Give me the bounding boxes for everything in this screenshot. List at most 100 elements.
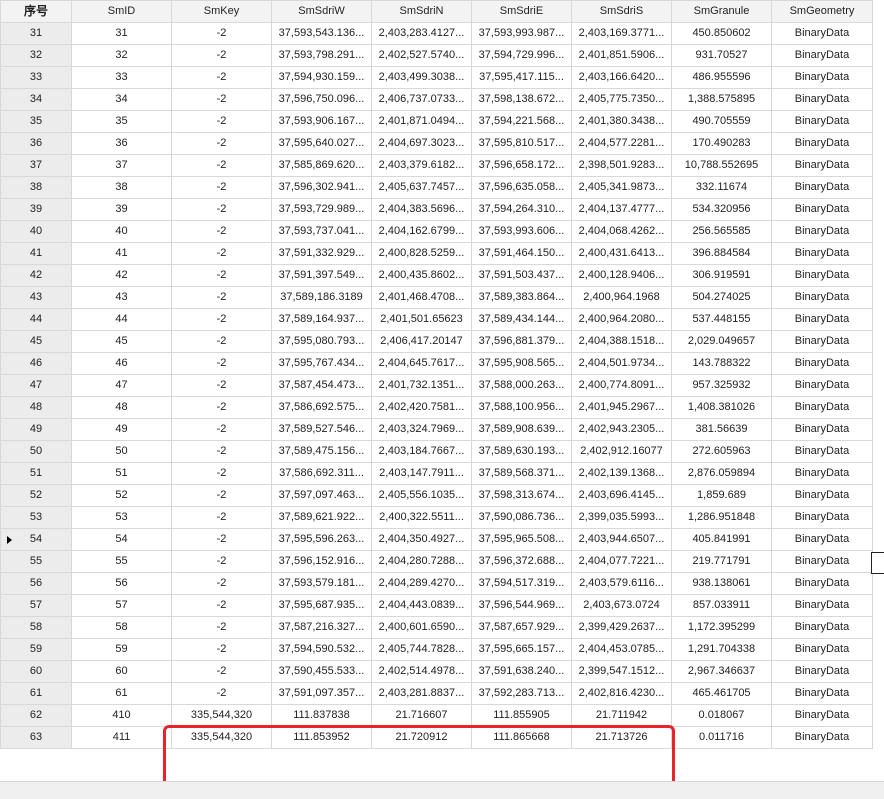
- cell-smsdrie[interactable]: 37,594,517.319...: [471, 572, 572, 595]
- cell-smid[interactable]: 51: [71, 462, 172, 485]
- cell-smgeometry[interactable]: BinaryData: [771, 176, 873, 199]
- row-header-cell[interactable]: 39: [0, 198, 72, 221]
- row-header-cell[interactable]: 41: [0, 242, 72, 265]
- table-row[interactable]: 35 35 -2 37,593,906.167... 2,401,871.0494...…: [0, 110, 873, 133]
- cell-smgeometry[interactable]: BinaryData: [771, 330, 873, 353]
- cell-smsdriw[interactable]: 37,595,767.434...: [271, 352, 372, 375]
- cell-smsdriw[interactable]: 37,596,750.096...: [271, 88, 372, 111]
- cell-smsdrin[interactable]: 2,403,499.3038...: [371, 66, 472, 89]
- column-header-smsdris[interactable]: SmSdriS: [571, 0, 672, 23]
- cell-smkey[interactable]: -2: [171, 660, 272, 683]
- cell-smkey[interactable]: -2: [171, 572, 272, 595]
- row-header-cell[interactable]: 58: [0, 616, 72, 639]
- cell-smsdris[interactable]: 2,404,453.0785...: [571, 638, 672, 661]
- table-row[interactable]: 39 39 -2 37,593,729.989... 2,404,383.5696...…: [0, 198, 873, 221]
- cell-smkey[interactable]: -2: [171, 484, 272, 507]
- table-row[interactable]: 38 38 -2 37,596,302.941... 2,405,637.7457...…: [0, 176, 873, 199]
- cell-smkey[interactable]: -2: [171, 198, 272, 221]
- cell-smsdriw[interactable]: 37,593,543.136...: [271, 22, 372, 45]
- table-row[interactable]: 51 51 -2 37,586,692.311... 2,403,147.7911...…: [0, 462, 873, 485]
- cell-smgeometry[interactable]: BinaryData: [771, 396, 873, 419]
- cell-smsdrin[interactable]: 2,404,162.6799...: [371, 220, 472, 243]
- cell-smsdrin[interactable]: 2,404,289.4270...: [371, 572, 472, 595]
- table-row[interactable]: 41 41 -2 37,591,332.929... 2,400,828.5259...…: [0, 242, 873, 265]
- cell-smsdrie[interactable]: 37,595,665.157...: [471, 638, 572, 661]
- cell-smsdrie[interactable]: 37,593,993.606...: [471, 220, 572, 243]
- cell-smsdris[interactable]: 21.711942: [571, 704, 672, 727]
- cell-smsdrin[interactable]: 2,406,737.0733...: [371, 88, 472, 111]
- table-row[interactable]: 59 59 -2 37,594,590.532... 2,405,744.7828...…: [0, 638, 873, 661]
- cell-smgeometry[interactable]: BinaryData: [771, 308, 873, 331]
- cell-smid[interactable]: 47: [71, 374, 172, 397]
- row-header-cell[interactable]: 31: [0, 22, 72, 45]
- cell-smgeometry[interactable]: BinaryData: [771, 352, 873, 375]
- cell-smsdrie[interactable]: 37,596,544.969...: [471, 594, 572, 617]
- cell-smsdriw[interactable]: 37,595,687.935...: [271, 594, 372, 617]
- cell-smsdrin[interactable]: 2,403,379.6182...: [371, 154, 472, 177]
- row-header-cell[interactable]: 43: [0, 286, 72, 309]
- column-header-smkey[interactable]: SmKey: [171, 0, 272, 23]
- table-row[interactable]: 36 36 -2 37,595,640.027... 2,404,697.3023...…: [0, 132, 873, 155]
- cell-smsdriw[interactable]: 37,587,216.327...: [271, 616, 372, 639]
- cell-smsdrie[interactable]: 37,588,000.263...: [471, 374, 572, 397]
- cell-smid[interactable]: 49: [71, 418, 172, 441]
- cell-smgranule[interactable]: 957.325932: [671, 374, 772, 397]
- row-header-cell[interactable]: 44: [0, 308, 72, 331]
- cell-smsdris[interactable]: 21.713726: [571, 726, 672, 749]
- cell-smgranule[interactable]: 450.850602: [671, 22, 772, 45]
- cell-smid[interactable]: 43: [71, 286, 172, 309]
- row-header-cell[interactable]: 37: [0, 154, 72, 177]
- cell-smkey[interactable]: -2: [171, 66, 272, 89]
- cell-smsdrin[interactable]: 21.716607: [371, 704, 472, 727]
- cell-smgranule[interactable]: 2,029.049657: [671, 330, 772, 353]
- table-row[interactable]: 55 55 -2 37,596,152.916... 2,404,280.7288...…: [0, 550, 873, 573]
- cell-smsdris[interactable]: 2,404,068.4262...: [571, 220, 672, 243]
- cell-smkey[interactable]: -2: [171, 550, 272, 573]
- cell-smsdriw[interactable]: 37,589,621.922...: [271, 506, 372, 529]
- cell-smgeometry[interactable]: BinaryData: [771, 638, 873, 661]
- table-row[interactable]: 48 48 -2 37,586,692.575... 2,402,420.7581...…: [0, 396, 873, 419]
- cell-smgeometry[interactable]: BinaryData: [771, 682, 873, 705]
- cell-smsdrin[interactable]: 21.720912: [371, 726, 472, 749]
- cell-smsdris[interactable]: 2,400,774.8091...: [571, 374, 672, 397]
- table-row[interactable]: 37 37 -2 37,585,869.620... 2,403,379.6182...…: [0, 154, 873, 177]
- table-row[interactable]: 43 43 -2 37,589,186.3189 2,401,468.4708... 37…: [0, 286, 873, 309]
- cell-smgeometry[interactable]: BinaryData: [771, 242, 873, 265]
- cell-smsdris[interactable]: 2,402,816.4230...: [571, 682, 672, 705]
- table-row[interactable]: 61 61 -2 37,591,097.357... 2,403,281.8837...…: [0, 682, 873, 705]
- cell-smsdriw[interactable]: 37,590,455.533...: [271, 660, 372, 683]
- cell-smsdris[interactable]: 2,404,388.1518...: [571, 330, 672, 353]
- cell-smid[interactable]: 411: [71, 726, 172, 749]
- cell-smsdris[interactable]: 2,405,341.9873...: [571, 176, 672, 199]
- cell-smid[interactable]: 32: [71, 44, 172, 67]
- cell-smid[interactable]: 59: [71, 638, 172, 661]
- cell-smgranule[interactable]: 938.138061: [671, 572, 772, 595]
- cell-smgeometry[interactable]: BinaryData: [771, 572, 873, 595]
- cell-edit-cursor[interactable]: [871, 552, 884, 574]
- cell-smsdrie[interactable]: 37,596,658.172...: [471, 154, 572, 177]
- cell-smsdrie[interactable]: 37,594,221.568...: [471, 110, 572, 133]
- row-header-cell[interactable]: 53: [0, 506, 72, 529]
- cell-smgranule[interactable]: 1,286.951848: [671, 506, 772, 529]
- horizontal-scrollbar[interactable]: [0, 781, 884, 799]
- cell-smsdrin[interactable]: 2,401,871.0494...: [371, 110, 472, 133]
- cell-smid[interactable]: 33: [71, 66, 172, 89]
- cell-smsdrin[interactable]: 2,404,697.3023...: [371, 132, 472, 155]
- cell-smid[interactable]: 60: [71, 660, 172, 683]
- cell-smsdriw[interactable]: 37,593,906.167...: [271, 110, 372, 133]
- cell-smgranule[interactable]: 931.70527: [671, 44, 772, 67]
- cell-smsdrin[interactable]: 2,404,383.5696...: [371, 198, 472, 221]
- cell-smsdriw[interactable]: 37,593,798.291...: [271, 44, 372, 67]
- row-header-cell[interactable]: 32: [0, 44, 72, 67]
- row-header-cell[interactable]: 47: [0, 374, 72, 397]
- cell-smsdrin[interactable]: 2,400,322.5511...: [371, 506, 472, 529]
- cell-smsdrie[interactable]: 37,595,417.115...: [471, 66, 572, 89]
- cell-smsdris[interactable]: 2,399,035.5993...: [571, 506, 672, 529]
- cell-smsdrin[interactable]: 2,404,350.4927...: [371, 528, 472, 551]
- cell-smsdris[interactable]: 2,400,431.6413...: [571, 242, 672, 265]
- cell-smid[interactable]: 38: [71, 176, 172, 199]
- cell-smkey[interactable]: -2: [171, 440, 272, 463]
- table-row[interactable]: 42 42 -2 37,591,397.549... 2,400,435.8602...…: [0, 264, 873, 287]
- cell-smsdrie[interactable]: 37,590,086.736...: [471, 506, 572, 529]
- cell-smid[interactable]: 44: [71, 308, 172, 331]
